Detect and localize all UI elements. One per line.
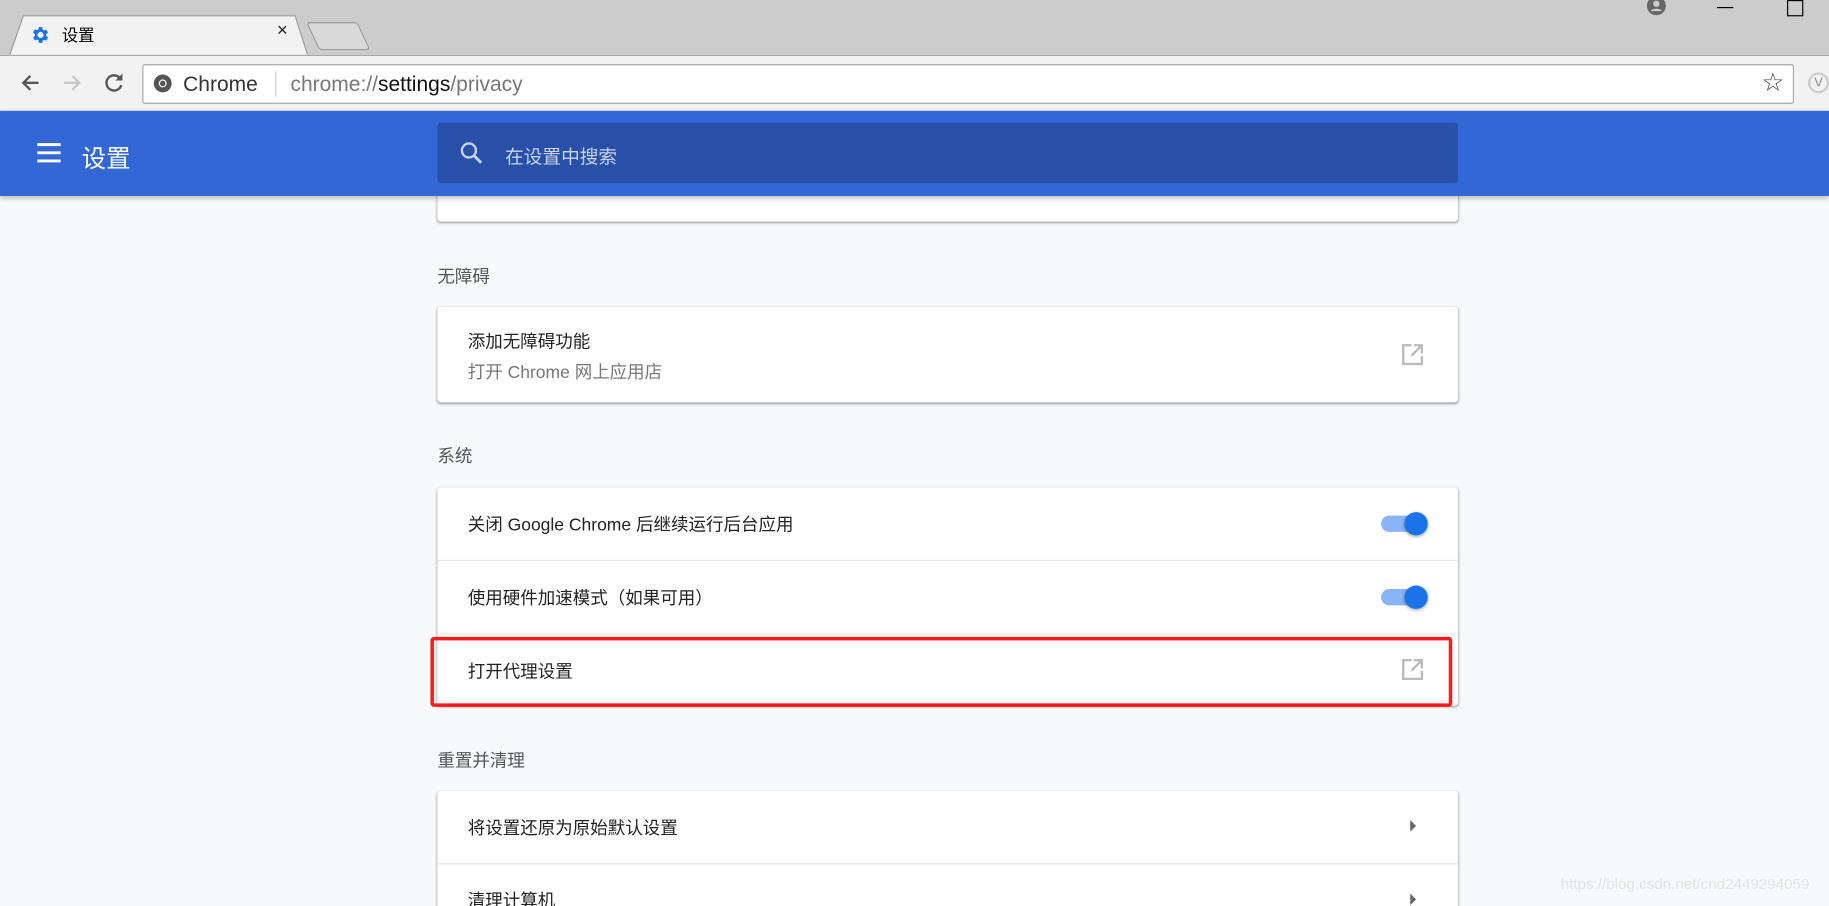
divider <box>437 559 1459 562</box>
minimize-button[interactable] <box>1717 6 1734 9</box>
extension-v-icon[interactable]: V <box>1807 72 1829 94</box>
toggle-knob <box>1404 512 1428 536</box>
add-accessibility-subtitle: 打开 Chrome 网上应用店 <box>467 362 663 383</box>
url-host: settings <box>377 72 451 96</box>
search-icon[interactable] <box>458 140 484 166</box>
page-title: 设置 <box>81 145 131 173</box>
tab-title: 设置 <box>61 25 95 45</box>
url-path: /privacy <box>450 72 523 96</box>
search-placeholder: 在设置中搜索 <box>505 148 618 168</box>
cleanup-computer-row[interactable] <box>437 864 1458 906</box>
reload-icon[interactable] <box>103 71 126 94</box>
accessibility-card[interactable] <box>437 306 1459 403</box>
star-icon[interactable]: ☆ <box>1761 68 1784 98</box>
external-link-icon[interactable] <box>1401 343 1424 366</box>
add-accessibility-title: 添加无障碍功能 <box>467 332 591 353</box>
hardware-acceleration-label: 使用硬件加速模式（如果可用） <box>467 589 713 609</box>
toggle-knob <box>1404 585 1428 609</box>
omnibox-separator <box>275 71 277 97</box>
url-text[interactable]: chrome://settings/privacy <box>290 72 522 96</box>
close-tab-icon[interactable]: × <box>273 21 292 42</box>
section-title-accessibility: 无障碍 <box>437 267 490 287</box>
watermark: https://blog.csdn.net/cnd2449294059 <box>1560 874 1810 893</box>
highlight-annotation-box <box>430 636 1453 707</box>
back-icon[interactable] <box>19 71 42 94</box>
profile-icon[interactable] <box>1646 0 1667 16</box>
chrome-icon[interactable] <box>153 73 173 93</box>
hardware-acceleration-toggle[interactable] <box>1381 584 1430 610</box>
chevron-right-icon <box>1410 893 1417 906</box>
tab-outline <box>9 15 308 56</box>
section-title-system: 系统 <box>437 446 473 467</box>
maximize-button[interactable] <box>1787 0 1804 17</box>
url-scheme: chrome:// <box>290 72 378 96</box>
background-apps-label: 关闭 Google Chrome 后继续运行后台应用 <box>467 515 794 536</box>
background-apps-toggle[interactable] <box>1381 511 1430 537</box>
menu-icon[interactable] <box>36 142 62 163</box>
reset-settings-label: 将设置还原为原始默认设置 <box>467 818 678 839</box>
cleanup-computer-label: 清理计算机 <box>467 891 556 906</box>
site-label: Chrome <box>183 72 258 96</box>
gear-icon <box>33 27 49 43</box>
section-title-reset: 重置并清理 <box>437 751 525 772</box>
chevron-right-icon <box>1410 820 1417 832</box>
forward-icon[interactable] <box>61 71 84 94</box>
